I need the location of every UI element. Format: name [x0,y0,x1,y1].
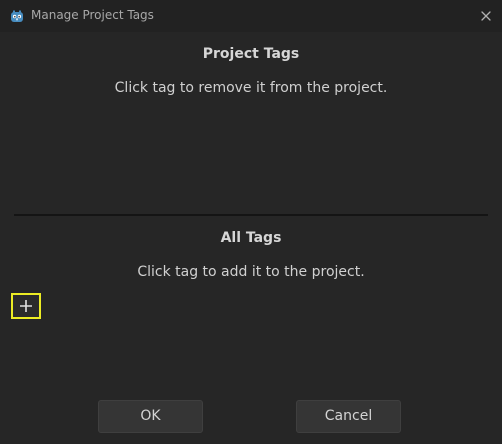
project-tags-heading: Project Tags [202,46,300,62]
manage-project-tags-dialog: Manage Project Tags Project Tags Click t… [0,0,502,444]
plus-icon [20,300,32,312]
project-tags-list [0,108,502,208]
close-icon [481,11,491,21]
window-title: Manage Project Tags [31,8,154,22]
add-tag-button[interactable] [11,293,41,319]
title-bar: Manage Project Tags [0,0,502,32]
section-divider [14,214,488,216]
godot-icon [10,9,24,23]
all-tags-heading: All Tags [220,230,282,246]
project-tags-hint: Click tag to remove it from the project. [114,80,388,96]
cancel-button[interactable]: Cancel [296,400,401,433]
close-button[interactable] [478,8,494,24]
ok-button[interactable]: OK [98,400,203,433]
all-tags-hint: Click tag to add it to the project. [137,264,365,280]
